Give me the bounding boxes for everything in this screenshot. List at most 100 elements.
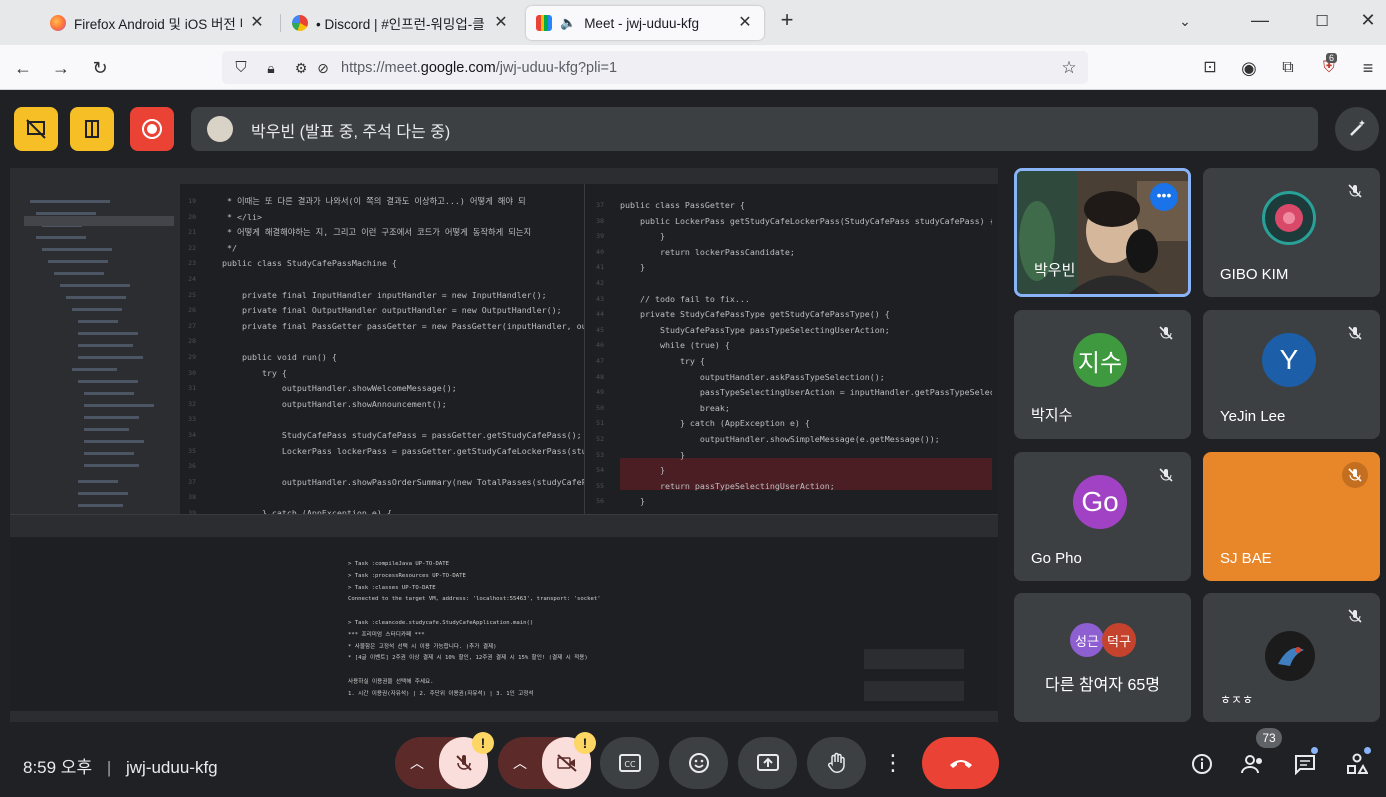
- close-tab-icon[interactable]: ✕: [736, 14, 754, 32]
- mic-muted-icon: [1342, 603, 1368, 629]
- reload-icon[interactable]: ↻: [89, 57, 111, 79]
- code-line: outputHandler.askPassTypeSelection();: [620, 371, 885, 382]
- tab-list-icon[interactable]: ⌄: [1170, 13, 1200, 30]
- editor-right-code[interactable]: public class PassGetter { public LockerP…: [620, 198, 992, 510]
- code-line: private final PassGetter passGetter = ne…: [202, 320, 584, 331]
- participant-tile[interactable]: Y YeJin Lee: [1203, 310, 1380, 439]
- present-screen-icon: [756, 754, 779, 771]
- captions-icon: CC: [618, 754, 641, 772]
- chat-icon[interactable]: [1291, 750, 1319, 778]
- close-tab-icon[interactable]: ✕: [248, 14, 266, 32]
- firefox-icon: [50, 15, 66, 31]
- forward-icon[interactable]: →: [50, 57, 72, 79]
- code-line: public void run() {: [202, 351, 337, 362]
- account-icon[interactable]: ◉: [1238, 57, 1260, 79]
- annotate-button[interactable]: [1335, 107, 1379, 151]
- code-line: outputHandler.showWelcomeMessage();: [202, 383, 457, 394]
- camera-off-icon[interactable]: ⊘: [312, 57, 334, 79]
- participant-name: YeJin Lee: [1220, 408, 1286, 425]
- menu-icon[interactable]: ≡: [1357, 57, 1379, 79]
- participant-name: 박지수: [1031, 407, 1073, 424]
- participant-tile[interactable]: ㅎㅈㅎ: [1203, 593, 1380, 722]
- code-line: passTypeSelectingUserAction = inputHandl…: [620, 387, 992, 398]
- project-tree-lines: [24, 200, 174, 507]
- pen-sparkle-icon: [1350, 120, 1365, 136]
- bookmark-star-icon[interactable]: ☆: [1058, 57, 1080, 79]
- presentation-off-button[interactable]: [14, 107, 58, 151]
- mic-muted-icon: [1153, 320, 1179, 346]
- maximize-icon[interactable]: ☐: [1307, 12, 1337, 30]
- run-console: > Task :compileJava UP-TO-DATE > Task :pr…: [10, 514, 998, 722]
- shield-icon[interactable]: ⛉: [230, 57, 252, 79]
- close-window-icon[interactable]: ✕: [1353, 10, 1383, 31]
- extensions-icon[interactable]: ⧉: [1277, 57, 1299, 79]
- present-button[interactable]: [738, 737, 797, 789]
- participant-tile[interactable]: 지수 박지수: [1014, 310, 1191, 439]
- mic-off-icon: [455, 755, 472, 771]
- participant-tile-presenter[interactable]: ••• 박우빈: [1014, 168, 1191, 297]
- ide-project-tree: [10, 184, 180, 514]
- permissions-icon[interactable]: ⚙: [290, 57, 312, 79]
- mic-muted-icon: [1342, 178, 1368, 204]
- code-line: }: [620, 231, 665, 242]
- recording-button[interactable]: [130, 107, 174, 151]
- browser-tab-firefox[interactable]: Firefox Android 및 iOS 버전 다 ✕: [40, 6, 276, 40]
- participant-name: ㅎㅈㅎ: [1220, 693, 1254, 707]
- participant-name: 박우빈: [1034, 262, 1076, 279]
- browser-tab-meet[interactable]: 🔈 Meet - jwj-uduu-kfg ✕: [526, 6, 764, 40]
- address-bar[interactable]: ⛉ 🔒︎ ⚙ ⊘ https://meet.google.com/jwj-udu…: [222, 51, 1088, 84]
- code-line: }: [620, 465, 665, 476]
- code-line: break;: [620, 402, 730, 413]
- code-line: private final OutputHandler outputHandle…: [202, 305, 562, 316]
- mic-options-chevron-icon[interactable]: ︿: [395, 753, 439, 773]
- mic-muted-icon: [1153, 462, 1179, 488]
- raise-hand-button[interactable]: [807, 737, 866, 789]
- code-line: outputHandler.showSimpleMessage(e.getMes…: [620, 433, 940, 444]
- participant-tile-highlighted[interactable]: SJ BAE: [1203, 452, 1380, 581]
- browser-tab-discord[interactable]: • Discord | #인프런-워밍업-클 ✕: [282, 6, 520, 40]
- close-tab-icon[interactable]: ✕: [492, 14, 510, 32]
- right-line-numbers: 37 38 39 40 41 42 43 44 45 46 47 48 49 50 51 52 53 54 55 56: [596, 201, 604, 506]
- leave-call-button[interactable]: [922, 737, 999, 789]
- code-line: private StudyCafePassType getStudyCafePa…: [620, 309, 890, 320]
- participant-avatar-image: [1262, 191, 1316, 245]
- tab-title: • Discord | #인프런-워밍업-클: [316, 17, 485, 32]
- door-icon: [85, 120, 99, 138]
- editor-left-code[interactable]: * 이때는 또 다른 결과가 나와서(이 쪽의 결과도 이상하고...) 어떻게…: [202, 194, 584, 521]
- code-line: Connected to the target VM, address: 'lo…: [348, 596, 601, 603]
- other-participants-tile[interactable]: 성근 덕구 다른 참여자 65명: [1014, 593, 1191, 722]
- url-text: https://meet.google.com/jwj-uduu-kfg?pli…: [341, 60, 618, 76]
- more-options-icon[interactable]: •••: [1150, 183, 1178, 211]
- minimize-icon[interactable]: —: [1245, 10, 1275, 31]
- others-label: 다른 참여자 65명: [1044, 677, 1160, 694]
- code-line: }: [620, 449, 685, 460]
- participant-mini-avatar: 성근: [1070, 623, 1104, 657]
- code-line: */: [202, 242, 237, 253]
- camera-options-chevron-icon[interactable]: ︿: [498, 753, 542, 773]
- participant-avatar: Y: [1262, 333, 1316, 387]
- back-icon[interactable]: ←: [12, 57, 34, 79]
- captions-button[interactable]: CC: [600, 737, 659, 789]
- activities-icon[interactable]: [1343, 750, 1371, 778]
- browser-tab-bar: Firefox Android 및 iOS 버전 다 ✕ • Discord |…: [0, 0, 1386, 45]
- leave-door-button[interactable]: [70, 107, 114, 151]
- code-line: StudyCafePassType passTypeSelectingUserA…: [620, 324, 890, 335]
- people-icon[interactable]: [1239, 750, 1267, 778]
- presenter-avatar: [207, 116, 233, 142]
- emoji-button[interactable]: [669, 737, 728, 789]
- pocket-icon[interactable]: ⊡: [1199, 57, 1221, 79]
- meeting-details-icon[interactable]: [1188, 750, 1216, 778]
- participant-tile[interactable]: GIBO KIM: [1203, 168, 1380, 297]
- more-options-button[interactable]: ⋮: [876, 737, 910, 789]
- left-line-numbers: 19 20 21 22 23 24 25 26 27 28 29 30 31 32 33 34 35 36 37 38…: [188, 197, 196, 517]
- code-line: * 사물함은 고정석 선택 시 이용 가능합니다. (추가 결제): [348, 643, 497, 650]
- extension-badge: 6: [1326, 53, 1338, 63]
- new-tab-icon[interactable]: +: [772, 7, 802, 33]
- participant-count-badge: 73: [1256, 728, 1282, 748]
- lock-icon[interactable]: 🔒︎: [260, 57, 282, 79]
- participant-tile[interactable]: Go Go Pho: [1014, 452, 1191, 581]
- notification-popup: [864, 681, 964, 701]
